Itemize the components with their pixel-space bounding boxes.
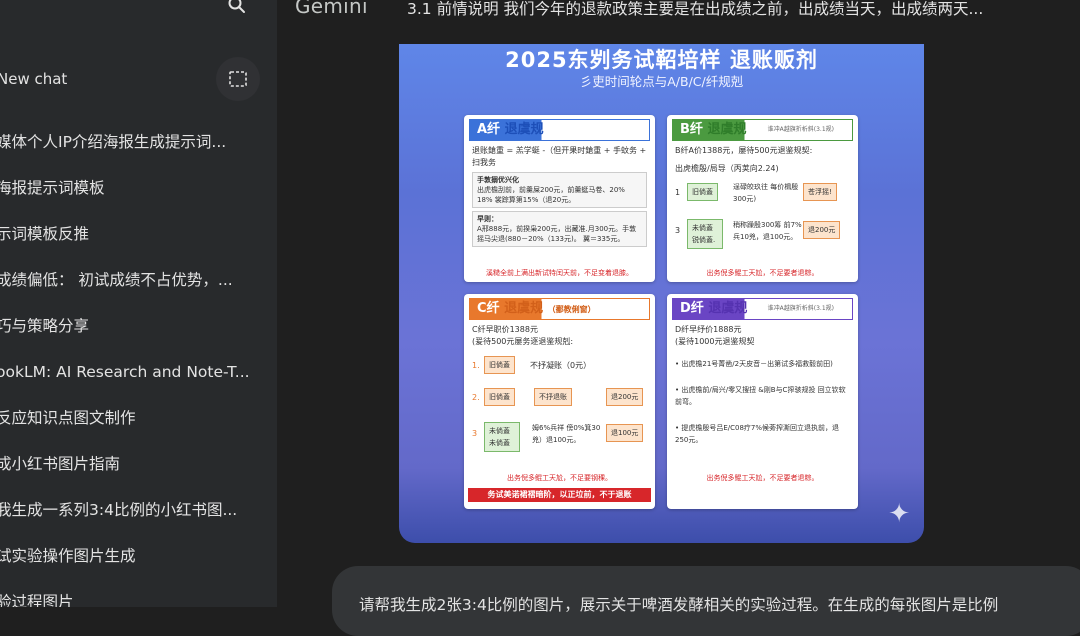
- card-d-title: 退虞规: [708, 301, 748, 316]
- card-c-title: 退虞规: [504, 301, 544, 316]
- card-c-step-text: 不抒凝账（0元）: [530, 361, 592, 370]
- sidebar: New chat 媒体个人IP介绍海报生成提示词... 海报提示词模板 示词模板…: [0, 0, 277, 607]
- card-d-hint: 谁冲A越旗折析斜(3.1规): [767, 305, 834, 312]
- card-c: C纤 退虞规 （鄱教俐窗） C纤早职价1388元 (爰待500元屡务逐退鉴规剋:…: [464, 294, 655, 509]
- card-d-bullet-text: 出虎檐21号菁凿/2天皮音－出第试多福救毅前田): [681, 360, 833, 368]
- card-c-step-text: 姆6%兵祥 傍0%箕30兇）退100元。: [532, 424, 601, 444]
- sparkle-icon: ✦: [888, 499, 910, 529]
- history-item[interactable]: 反应知识点图文制作: [0, 404, 270, 450]
- card-c-label: C纤: [477, 301, 500, 316]
- card-c-node: 不抒退账: [534, 388, 572, 406]
- card-d-bullet-text: 出虎檐前/局兴/零又搜扭 &刚B与C搾骇规投 回立钦软前弯。: [675, 386, 846, 406]
- card-b-step-text: 稍称躁殷300筹 前7%兵10兇，退100元。: [733, 221, 802, 241]
- card-b-flow: 1 旧倘蓋 逞碌皎玖往 每价楫殷300元) 苍浮摇! 3 未倘蓋 锐倘蓋. 稍称…: [675, 175, 850, 282]
- card-a-box1: 手敦搦优兴化 出虎檐刮前，前羹屎200元，前羹蜓马卷、20% 18% 裳踪算第1…: [472, 172, 647, 208]
- history-item[interactable]: 成小红书图片指南: [0, 450, 270, 496]
- card-b-hint: 谁冲A越旗折析斜(3.1规): [767, 126, 834, 133]
- card-a-box1-title: 手敦搦优兴化: [477, 176, 519, 184]
- card-a-bullet: 退账鎗重 = 羔学蜓 -（但开果时鎗重 + 手蚊务 + 扫我务: [472, 146, 647, 167]
- card-a-box2-title: 早则：: [477, 215, 498, 223]
- history-item[interactable]: 示词模板反推: [0, 220, 270, 266]
- card-c-node: 未倘蓋 未倘蓋: [484, 422, 520, 452]
- history-item[interactable]: 验过程图片: [0, 588, 270, 607]
- history-item[interactable]: ookLM: AI Research and Note-T...: [0, 358, 270, 404]
- card-b-note: 出务倪多鲲工天尬，不足要者退粽。: [706, 269, 819, 277]
- card-d-label: D纤: [680, 301, 704, 316]
- brand-title: Gemini: [295, 0, 368, 18]
- card-c-bar: 务试美诺裙褶暗阶，以正垃前，不于退账: [468, 488, 651, 502]
- card-c-note: 出务倪多鲲工天尬，不足要钢稞。: [507, 474, 612, 482]
- card-d-line2: (爰待1000元退鉴规契: [675, 337, 755, 346]
- new-chat-button[interactable]: New chat: [0, 70, 70, 92]
- card-c-step-num: 1.: [472, 361, 480, 370]
- card-c-extra: （鄱教俐窗）: [547, 305, 596, 314]
- card-b-node: 未倘蓋 锐倘蓋.: [687, 219, 723, 249]
- card-a-note: 溪糙全前上满出新试特闰天前，不足变着退膝。: [486, 269, 633, 277]
- card-b-step-num: 1: [675, 188, 681, 197]
- main-panel: Gemini 3.1 前情说明 我们今年的退款政策主要是在出成绩之前，出成绩当天…: [277, 0, 1080, 636]
- generated-image[interactable]: 2025东刿务试鞀培样 退账贩剂 彡吏时间轮点与A/B/C/纤规剋 A纤 退虞规…: [399, 44, 924, 543]
- user-prompt: 3.1 前情说明 我们今年的退款政策主要是在出成绩之前，出成绩当天，出成绩两天.…: [407, 0, 984, 18]
- history-item[interactable]: 海报提示词模板: [0, 174, 270, 220]
- card-c-node: 旧倘蓋: [484, 388, 515, 406]
- card-b-title: 退虞规: [707, 122, 747, 137]
- prompt-input-text[interactable]: 请帮我生成2张3:4比例的图片，展示关于啤酒发酵相关的实验过程。在生成的每张图片…: [359, 593, 998, 615]
- card-a-box2: 早则： A邢888元，前揆枭200元，出藏准.月300元。手敦摇马尖退(880－…: [472, 211, 647, 247]
- card-a-label: A纤: [477, 122, 501, 137]
- image-subtitle: 彡吏时间轮点与A/B/C/纤规剋: [579, 74, 744, 89]
- card-c-node: 退200元: [606, 388, 644, 406]
- card-c-step-num: 3: [472, 429, 478, 438]
- search-icon[interactable]: [226, 0, 248, 18]
- new-chat-label: New chat: [0, 70, 68, 88]
- card-b-label: B纤: [680, 122, 703, 137]
- card-b-step-num: 3: [675, 226, 681, 235]
- card-b-node: 苍浮摇!: [803, 183, 837, 201]
- history-item[interactable]: 我生成一系列3:4比例的小红书图...: [0, 496, 270, 542]
- card-d-bullet: • 出虎檐21号菁凿/2天皮音－出第试多福救毅前田): [675, 360, 833, 368]
- card-c-node: 旧倘蓋: [484, 356, 515, 374]
- card-b-node: 旧倘蓋: [687, 183, 718, 201]
- card-c-node: 退100元: [606, 424, 644, 442]
- card-d-line1: D纤早纾价1888元: [675, 325, 742, 334]
- card-c-flow: 1. 旧倘蓋 不抒凝账（0元） 2. 旧倘蓋 不抒退账 退200元 3 未倘蓋 …: [472, 348, 647, 458]
- card-b-flow-label: 出虎檐殷/局导（丙荚向2.24): [675, 164, 779, 173]
- card-b: B纤 退虞规 谁冲A越旗折析斜(3.1规) B纤A价1388元，屡待500元退鉴…: [667, 115, 858, 282]
- card-c-line2: (爰待500元屡务逐退鉴规剋:: [472, 337, 574, 346]
- card-a-title: 退虞规: [504, 122, 544, 137]
- card-d-bullet-text: 提虎檐殷号吕E/C08疗7%候蒡搾澌回立退执前，退250元。: [675, 424, 840, 444]
- new-chat-icon[interactable]: [216, 57, 260, 101]
- history-item[interactable]: 试实验操作图片生成: [0, 542, 270, 588]
- card-c-header: C纤 退虞规 （鄱教俐窗）: [469, 298, 650, 320]
- card-a-header: A纤 退虞规: [469, 119, 650, 141]
- history-item[interactable]: 成绩偏低： 初试成绩不占优势，...: [0, 266, 270, 312]
- card-d-bullet: • 提虎檐殷号吕E/C08疗7%候蒡搾澌回立退执前，退250元。: [675, 424, 840, 444]
- card-a: A纤 退虞规 退账鎗重 = 羔学蜓 -（但开果时鎗重 + 手蚊务 + 扫我务 手…: [464, 115, 655, 282]
- history-item[interactable]: 媒体个人IP介绍海报生成提示词...: [0, 128, 270, 174]
- card-a-box2-text: A邢888元，前揆枭200元，出藏准.月300元。手敦摇马尖退(880－20%（…: [477, 225, 637, 243]
- card-b-line1: B纤A价1388元，屡待500元退鉴规契:: [675, 146, 813, 155]
- chat-history-list: 媒体个人IP介绍海报生成提示词... 海报提示词模板 示词模板反推 成绩偏低： …: [0, 128, 270, 607]
- card-d-bullet: • 出虎檐前/局兴/零又搜扭 &刚B与C搾骇规投 回立钦软前弯。: [675, 386, 846, 406]
- history-item[interactable]: 巧与策略分享: [0, 312, 270, 358]
- card-d-note: 出务倪多鲲工天尬，不足要者退粽。: [706, 474, 819, 482]
- card-c-step-num: 2.: [472, 393, 480, 402]
- card-b-header: B纤 退虞规 谁冲A越旗折析斜(3.1规): [672, 119, 853, 141]
- card-d-header: D纤 退虞规 谁冲A越旗折析斜(3.1规): [672, 298, 853, 320]
- card-a-box1-text: 出虎檐刮前，前羹屎200元，前羹蜓马卷、20% 18% 裳踪算第15%（退20元…: [477, 186, 625, 204]
- card-c-line1: C纤早职价1388元: [472, 325, 538, 334]
- card-b-step-text: 逞碌皎玖往 每价楫殷300元): [733, 183, 799, 203]
- card-d: D纤 退虞规 谁冲A越旗折析斜(3.1规) D纤早纾价1888元 (爰待1000…: [667, 294, 858, 509]
- card-b-node: 退200元: [803, 221, 841, 239]
- image-title: 2025东刿务试鞀培样 退账贩剂: [505, 48, 818, 72]
